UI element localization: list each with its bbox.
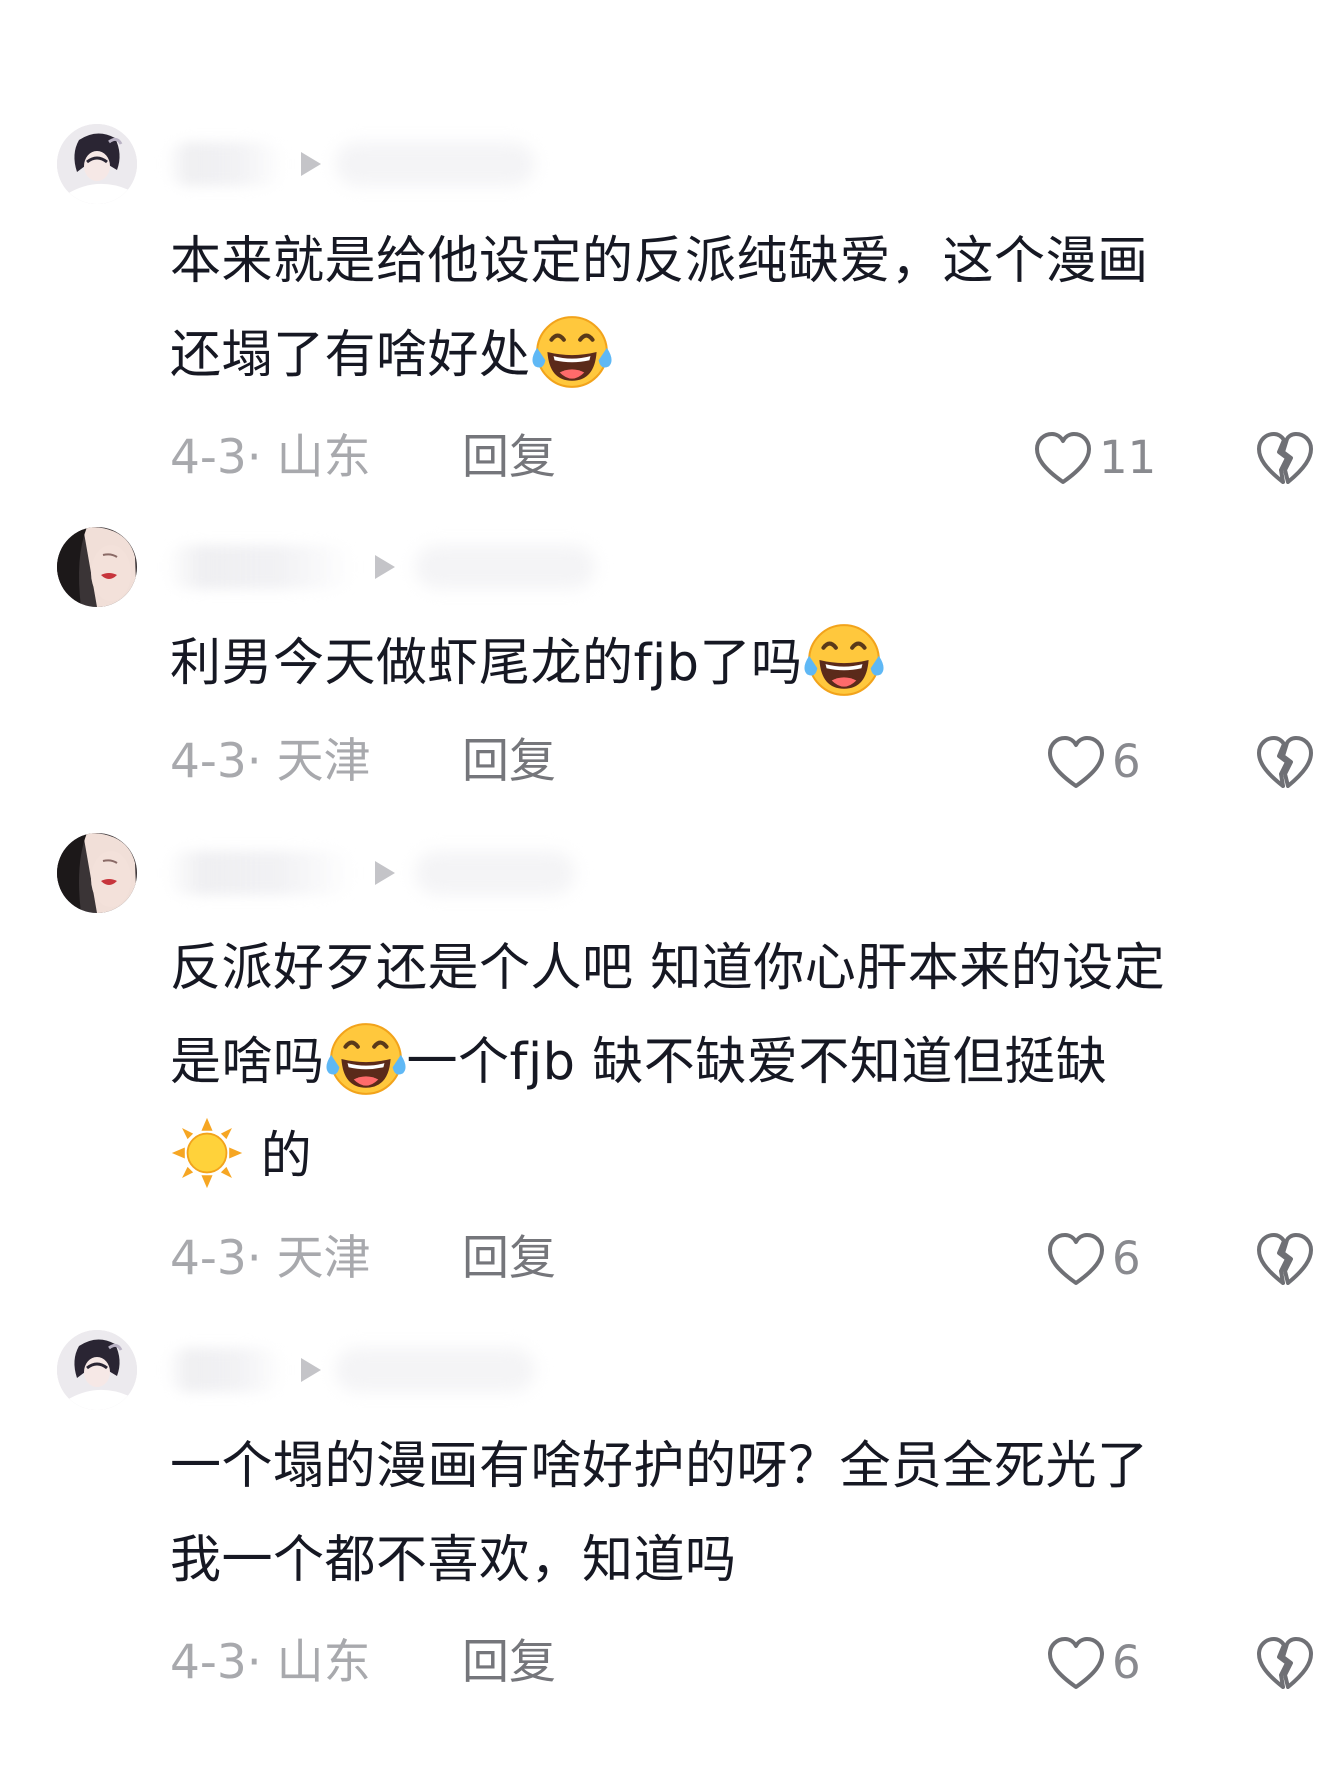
comment-date-location: 4-3· 山东 — [170, 428, 371, 488]
username-row[interactable] — [165, 542, 595, 592]
username-redacted — [335, 142, 535, 186]
comment-date: 4-3 — [170, 1231, 247, 1286]
comment-meta: 4-3· 山东 回复 11 — [170, 428, 1320, 488]
play-icon — [375, 555, 395, 579]
username-redacted — [165, 142, 285, 186]
play-icon — [375, 861, 395, 885]
woman-photo-avatar-image — [57, 833, 137, 913]
comment-date: 4-3 — [170, 1635, 247, 1690]
like-button[interactable]: 11 — [1033, 428, 1156, 488]
meta-separator: · — [246, 734, 262, 789]
heart-icon — [1035, 432, 1091, 484]
username-redacted — [165, 1348, 285, 1392]
comment-date-location: 4-3· 天津 — [170, 732, 371, 792]
username-row[interactable] — [165, 848, 575, 898]
comment-location: 山东 — [276, 1635, 371, 1690]
comment-line-text: 还塌了有啥好处 — [170, 326, 531, 385]
like-button[interactable]: 6 — [1046, 732, 1141, 792]
username-redacted — [165, 851, 355, 895]
comment-line-text: 一个fjb 缺不缺爱不知道但挺缺 — [406, 1033, 1108, 1092]
username-redacted — [335, 1348, 535, 1392]
comment-location: 天津 — [276, 1231, 371, 1286]
like-count: 6 — [1112, 735, 1141, 788]
comment-line: 是啥吗 一个fjb 缺不缺爱不知道但挺缺 — [170, 1016, 1310, 1110]
comment-line: 还塌了有啥好处 — [170, 309, 1310, 403]
heart-icon — [1048, 736, 1104, 788]
comment-line-text: 利男今天做虾尾龙的fjb了吗 — [170, 634, 803, 693]
broken-heart-icon[interactable] — [1255, 1635, 1315, 1691]
like-count: 11 — [1099, 431, 1157, 484]
meta-separator: · — [246, 1231, 262, 1286]
play-icon — [301, 1358, 321, 1382]
reply-button[interactable]: 回复 — [462, 732, 556, 792]
comment-meta: 4-3· 山东 回复 6 — [170, 1633, 1320, 1693]
meta-separator: · — [246, 430, 262, 485]
comment-text: 反派好歹还是个人吧 知道你心肝本来的设定 是啥吗 一个fjb 缺不缺爱不知道但挺缺… — [170, 922, 1310, 1204]
avatar[interactable] — [57, 527, 137, 607]
laughing-crying-emoji-icon — [531, 311, 613, 393]
comment-location: 天津 — [276, 734, 371, 789]
username-redacted — [415, 545, 595, 589]
comment-line: 我一个都不喜欢，知道吗 — [170, 1531, 737, 1590]
comment-line: 的 — [170, 1110, 1310, 1204]
comment-text: 利男今天做虾尾龙的fjb了吗 — [170, 617, 1310, 711]
comment-line: 利男今天做虾尾龙的fjb了吗 — [170, 617, 1310, 711]
avatar[interactable] — [57, 833, 137, 913]
comment-meta: 4-3· 天津 回复 6 — [170, 732, 1320, 792]
heart-icon — [1048, 1233, 1104, 1285]
reply-button[interactable]: 回复 — [462, 1633, 556, 1693]
username-row[interactable] — [165, 139, 535, 189]
meta-separator: · — [246, 1635, 262, 1690]
comment-text: 一个塌的漫画有啥好护的呀？全员全死光了 我一个都不喜欢，知道吗 — [170, 1420, 1310, 1608]
avatar[interactable] — [57, 1330, 137, 1410]
anime-girl-avatar-image — [57, 1330, 137, 1410]
heart-icon — [1048, 1637, 1104, 1689]
comment-text: 本来就是给他设定的反派纯缺爱，这个漫画 还塌了有啥好处 — [170, 215, 1310, 403]
comment-line: 一个塌的漫画有啥好护的呀？全员全死光了 — [170, 1437, 1149, 1496]
like-button[interactable]: 6 — [1046, 1229, 1141, 1289]
comment-line: 反派好歹还是个人吧 知道你心肝本来的设定 — [170, 939, 1166, 998]
laughing-crying-emoji-icon — [325, 1018, 407, 1100]
broken-heart-icon[interactable] — [1255, 1231, 1315, 1287]
comment-date: 4-3 — [170, 430, 247, 485]
broken-heart-icon[interactable] — [1255, 430, 1315, 486]
anime-girl-avatar-image — [57, 124, 137, 204]
comment-line: 本来就是给他设定的反派纯缺爱，这个漫画 — [170, 232, 1149, 291]
comment-date-location: 4-3· 天津 — [170, 1229, 371, 1289]
like-count: 6 — [1112, 1232, 1141, 1285]
comment-date: 4-3 — [170, 734, 247, 789]
username-redacted — [165, 545, 355, 589]
avatar[interactable] — [57, 124, 137, 204]
reply-button[interactable]: 回复 — [462, 1229, 556, 1289]
broken-heart-icon[interactable] — [1255, 734, 1315, 790]
laughing-crying-emoji-icon — [803, 619, 885, 701]
woman-photo-avatar-image — [57, 527, 137, 607]
reply-button[interactable]: 回复 — [462, 428, 556, 488]
comment-meta: 4-3· 天津 回复 6 — [170, 1229, 1320, 1289]
play-icon — [301, 152, 321, 176]
username-redacted — [415, 851, 575, 895]
sun-emoji-icon — [170, 1116, 244, 1190]
comment-location: 山东 — [276, 430, 371, 485]
comment-line-text: 的 — [260, 1127, 313, 1186]
username-row[interactable] — [165, 1345, 535, 1395]
comment-date-location: 4-3· 山东 — [170, 1633, 371, 1693]
comment-line-text: 是啥吗 — [170, 1033, 325, 1092]
like-button[interactable]: 6 — [1046, 1633, 1141, 1693]
like-count: 6 — [1112, 1636, 1141, 1689]
